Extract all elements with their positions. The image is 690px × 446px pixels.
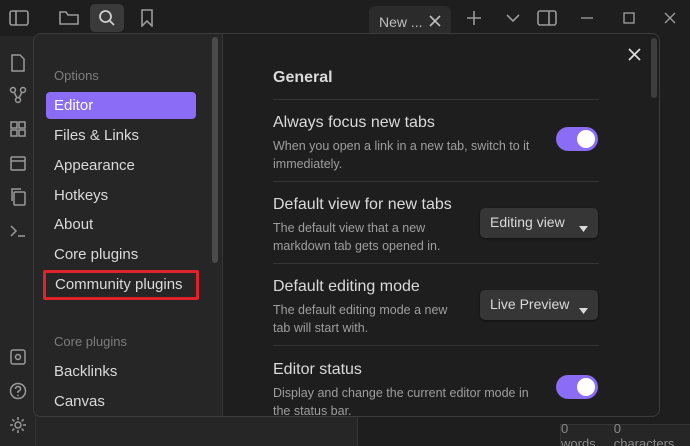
terminal-icon[interactable] [8,220,28,242]
sidebar-toggle-icon[interactable] [8,8,30,28]
graph-icon[interactable] [8,84,28,106]
nav-item-backlinks[interactable]: Backlinks [46,358,196,385]
dropdown-value: Live Preview [490,296,570,312]
maximize-icon[interactable] [619,8,639,28]
settings-sidebar-scrollbar[interactable] [212,37,218,263]
nav-item-core-plugins[interactable]: Core plugins [46,241,196,268]
vault-icon[interactable] [8,346,28,368]
setting-description: The default editing mode a new tab will … [273,303,448,335]
character-count: 0 characters [613,420,675,446]
setting-default-editing-mode: Default editing mode The default editing… [273,263,599,345]
section-title: General [273,69,333,86]
nav-item-hotkeys[interactable]: Hotkeys [46,182,196,209]
caret-down-icon [579,301,588,317]
search-icon[interactable] [90,4,124,32]
setting-name: Default editing mode [273,278,420,295]
tab-title: New ... [379,14,423,30]
nav-item-files-links[interactable]: Files & Links [46,122,196,149]
setting-name: Always focus new tabs [273,114,435,131]
nav-item-appearance[interactable]: Appearance [46,152,196,179]
setting-description: The default view that a new markdown tab… [273,221,441,253]
help-icon[interactable] [8,380,28,402]
settings-modal: Options Editor Files & Links Appearance … [33,33,660,417]
grid-icon[interactable] [8,118,28,140]
plus-icon[interactable] [464,8,484,28]
default-view-dropdown[interactable]: Editing view [480,208,598,238]
setting-description: Display and change the current editor mo… [273,386,529,417]
folder-icon[interactable] [58,7,80,29]
editor-status-toggle[interactable] [556,375,598,399]
setting-name: Default view for new tabs [273,196,452,213]
split-view-icon[interactable] [536,8,558,28]
tab-close-icon[interactable] [429,14,441,30]
nav-item-editor[interactable]: Editor [46,92,196,119]
settings-sidebar: Options Editor Files & Links Appearance … [34,34,223,416]
dropdown-value: Editing view [490,214,565,230]
setting-default-view-new-tabs: Default view for new tabs The default vi… [273,181,599,263]
setting-always-focus-new-tabs: Always focus new tabs When you open a li… [273,99,599,181]
bookmark-icon[interactable] [137,7,157,29]
calendar-icon[interactable] [8,152,28,174]
word-count: 0 words [561,420,596,446]
always-focus-new-tabs-toggle[interactable] [556,127,598,151]
core-plugins-heading: Core plugins [54,334,127,349]
setting-editor-status: Editor status Display and change the cur… [273,345,599,417]
chevron-down-icon[interactable] [503,8,523,28]
file-icon[interactable] [8,52,28,74]
left-ribbon [0,36,36,446]
nav-item-about[interactable]: About [46,211,196,238]
setting-name: Editor status [273,361,362,378]
setting-description: When you open a link in a new tab, switc… [273,139,530,171]
nav-item-canvas[interactable]: Canvas [46,388,196,415]
nav-item-community-plugins[interactable]: Community plugins [43,270,199,300]
default-editing-mode-dropdown[interactable]: Live Preview [480,290,598,320]
minimize-icon[interactable] [577,8,597,28]
title-bar: New ... [0,0,690,36]
status-bar: 0 words 0 characters [560,420,690,446]
toggle-knob [577,130,595,148]
copy-icon[interactable] [8,186,28,208]
caret-down-icon [579,219,588,235]
tab-new[interactable]: New ... [369,6,451,36]
gear-icon[interactable] [8,414,28,436]
close-icon[interactable] [660,8,680,28]
options-heading: Options [54,68,99,83]
toggle-knob [577,378,595,396]
settings-content: General Always focus new tabs When you o… [224,34,659,417]
